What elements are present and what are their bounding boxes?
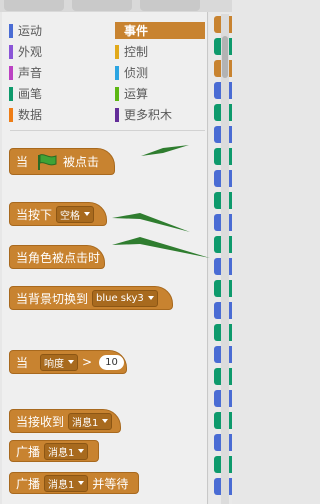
category-item[interactable]: 更多积木 [115,106,205,123]
category-item[interactable]: 声音 [9,64,105,81]
when-key-pressed-block[interactable]: 当按下 空格 [9,202,107,226]
block-palette: 运动 事件外观 控制声音 侦测画笔 运算数据 更多积木 当 被点击 当按下 空格 当角色被… [2,12,208,504]
category-list: 运动 事件外观 控制声音 侦测画笔 运算数据 更多积木 [2,12,207,130]
block-text: 当 [16,155,29,169]
threshold-input[interactable]: 10 [99,354,124,370]
chevron-down-icon [68,360,75,364]
block-text: 并等待 [92,476,129,491]
category-swatch [115,86,119,101]
message-value: 消息1 [48,447,75,459]
category-label: 外观 [18,45,43,59]
key-value: 空格 [60,210,81,222]
category-label: 数据 [18,108,43,122]
block-text: 广播 [16,476,41,491]
message-dropdown[interactable]: 消息1 [44,442,89,460]
category-label: 更多积木 [124,108,173,122]
category-swatch [9,107,13,122]
message-value: 消息1 [72,417,99,429]
block-text: 当角色被点击时 [16,250,101,265]
top-tab-strip [0,0,232,12]
tab-sounds[interactable] [140,0,200,11]
category-label: 运动 [18,24,43,38]
category-swatch [9,86,13,101]
operator-text: > [82,355,93,369]
category-item[interactable]: 事件 [115,22,205,39]
backdrop-value: blue sky3 [96,292,144,304]
category-swatch [9,65,13,80]
chevron-down-icon [102,419,109,423]
block-text: 当接收到 [16,414,65,429]
sensor-dropdown[interactable]: 响度 [40,353,79,371]
palette-divider [10,130,205,131]
chevron-down-icon [84,212,91,216]
message-dropdown[interactable]: 消息1 [68,412,113,430]
category-swatch [115,44,119,59]
chevron-down-icon [78,449,85,453]
category-label: 事件 [124,24,149,38]
category-item[interactable]: 控制 [115,43,205,60]
category-label: 运算 [124,87,149,101]
key-dropdown[interactable]: 空格 [56,205,95,223]
message-dropdown[interactable]: 消息1 [44,474,89,492]
category-swatch [115,65,119,80]
category-swatch [9,23,13,38]
block-text: 广播 [16,444,41,459]
category-item[interactable]: 外观 [9,43,105,60]
chevron-down-icon [78,481,85,485]
tab-scripts[interactable] [4,0,64,11]
vertical-scrollbar[interactable] [221,14,229,504]
scrollbar-thumb[interactable] [222,36,228,78]
category-swatch [115,23,119,38]
category-item[interactable]: 画笔 [9,85,105,102]
category-item[interactable]: 运动 [9,22,105,39]
category-swatch [115,107,119,122]
when-receive-block[interactable]: 当接收到 消息1 [9,409,121,433]
category-label: 画笔 [18,87,43,101]
block-text: 当按下 [16,207,53,222]
category-item[interactable]: 运算 [115,85,205,102]
category-label: 侦测 [124,66,149,80]
sensor-value: 响度 [44,358,65,370]
category-item[interactable]: 数据 [9,106,105,123]
block-text: 当背景切换到 [16,291,89,306]
category-label: 声音 [18,66,43,80]
chevron-down-icon [147,296,154,300]
backdrop-dropdown[interactable]: blue sky3 [92,289,158,307]
green-flag-icon [38,153,57,170]
category-swatch [9,44,13,59]
block-text: 被点击 [63,155,100,169]
when-sensor-greater-block[interactable]: 当 响度 > 10 [9,350,127,374]
broadcast-block[interactable]: 广播 消息1 [9,440,99,462]
message-value: 消息1 [48,479,75,491]
category-item[interactable]: 侦测 [115,64,205,81]
when-sprite-clicked-block[interactable]: 当角色被点击时 [9,245,105,269]
broadcast-and-wait-block[interactable]: 广播 消息1 并等待 [9,472,139,494]
tab-costumes[interactable] [72,0,132,11]
when-flag-clicked-block[interactable]: 当 被点击 [9,148,115,175]
when-backdrop-switches-block[interactable]: 当背景切换到 blue sky3 [9,286,173,310]
category-label: 控制 [124,45,149,59]
block-text: 当 [16,355,29,370]
